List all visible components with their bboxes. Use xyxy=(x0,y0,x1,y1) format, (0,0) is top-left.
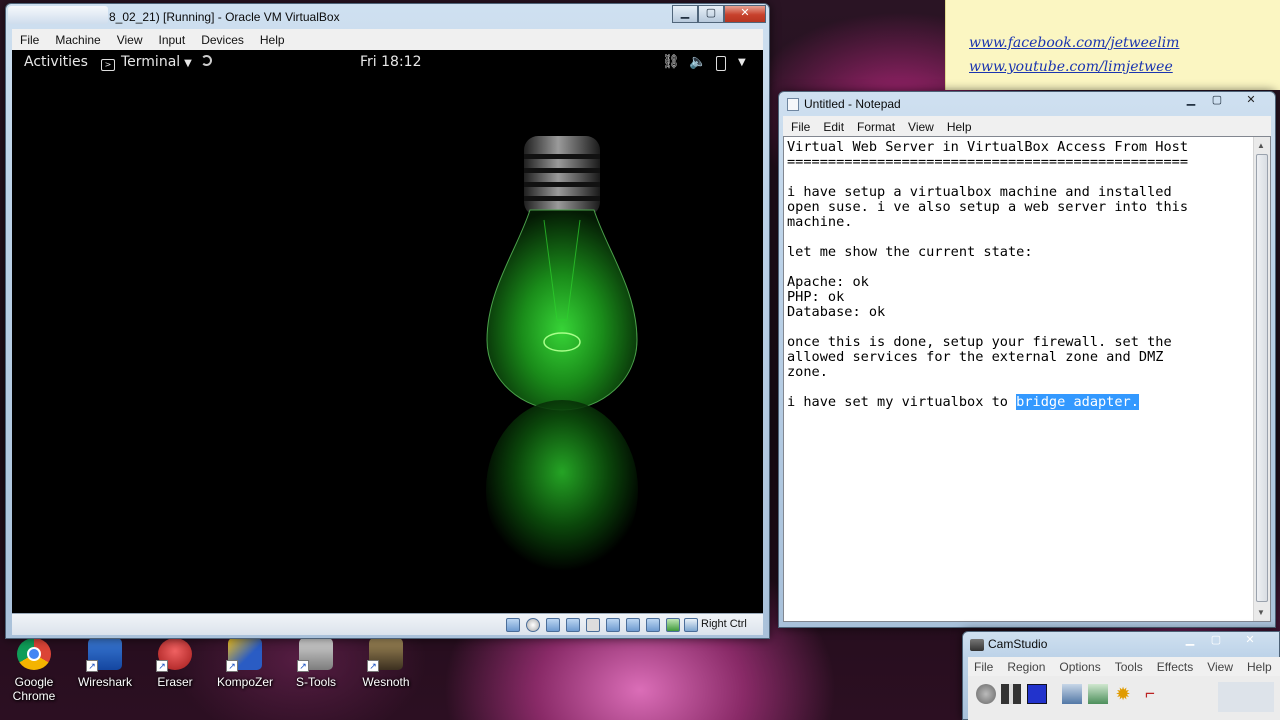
notepad-app-icon xyxy=(787,98,799,111)
hard-disk-icon[interactable] xyxy=(506,618,520,632)
youtube-link[interactable]: www.youtube.com/limjetwee xyxy=(969,59,1173,75)
virtualbox-title: 8_02_21) [Running] - Oracle VM VirtualBo… xyxy=(109,10,340,24)
minimize-button[interactable]: ▁ xyxy=(672,5,698,23)
scrollbar-thumb[interactable] xyxy=(1256,154,1268,602)
notepad-title: Untitled - Notepad xyxy=(804,97,901,111)
record-button[interactable] xyxy=(976,684,996,704)
options-button[interactable] xyxy=(1088,684,1108,704)
notepad-menu-view[interactable]: View xyxy=(908,120,934,134)
usb-icon[interactable] xyxy=(586,618,600,632)
bulb-base xyxy=(524,136,600,216)
maximize-button[interactable]: ▢ xyxy=(698,5,724,23)
shared-folders-icon[interactable] xyxy=(606,618,620,632)
notepad-window-controls: ▁ ▢ ✕ xyxy=(1178,92,1272,110)
bulb-glass xyxy=(486,209,638,411)
cam-menu-view[interactable]: View xyxy=(1207,660,1233,674)
notepad-content[interactable]: Virtual Web Server in VirtualBox Access … xyxy=(787,140,1253,618)
desktop-icon-wireshark[interactable]: ↗ Wireshark xyxy=(72,638,138,689)
region-button[interactable] xyxy=(1062,684,1082,704)
chrome-icon xyxy=(17,638,51,670)
desktop-icon-label: Eraser xyxy=(157,675,193,689)
video-capture-icon[interactable] xyxy=(646,618,660,632)
scroll-down-arrow-icon[interactable]: ▼ xyxy=(1257,608,1265,617)
autopan-icon[interactable]: ⌐ xyxy=(1140,684,1160,704)
notepad-text-area[interactable]: Virtual Web Server in VirtualBox Access … xyxy=(783,136,1271,622)
vbox-menu-devices[interactable]: Devices xyxy=(201,33,244,47)
eraser-icon: ↗ xyxy=(156,638,192,672)
audio-icon[interactable] xyxy=(546,618,560,632)
close-button[interactable]: ✕ xyxy=(724,5,766,23)
vbox-menu-input[interactable]: Input xyxy=(159,33,186,47)
maximize-button[interactable]: ▢ xyxy=(1203,632,1229,650)
notepad-menubar: File Edit Format View Help xyxy=(791,120,972,134)
bulb-reflection xyxy=(486,400,638,580)
desktop-icon-label: S-Tools xyxy=(295,675,336,689)
desktop-icon-label: Wireshark xyxy=(77,675,132,689)
vertical-scrollbar[interactable]: ▲ ▼ xyxy=(1253,137,1270,621)
vm-display[interactable]: Activities > Terminal ▼ Fri 18:12 ⛓ 🔈 ▼ xyxy=(12,50,763,613)
s-tools-icon: ↗ xyxy=(297,638,333,672)
vbox-menu-machine[interactable]: Machine xyxy=(55,33,100,47)
desktop-icon-label: Wesnoth xyxy=(362,675,410,689)
desktop-icon-label: KompoZer xyxy=(216,675,274,689)
host-key-label: Right Ctrl xyxy=(701,618,747,630)
maximize-button[interactable]: ▢ xyxy=(1204,92,1230,110)
wireshark-icon: ↗ xyxy=(86,638,122,672)
display-icon[interactable] xyxy=(626,618,640,632)
notepad-menu-help[interactable]: Help xyxy=(947,120,972,134)
vbox-menu-view[interactable]: View xyxy=(117,33,143,47)
camstudio-title: CamStudio xyxy=(988,637,1048,651)
guest-additions-icon[interactable] xyxy=(666,618,680,632)
scroll-up-arrow-icon[interactable]: ▲ xyxy=(1257,141,1265,150)
host-key-arrow-icon[interactable] xyxy=(684,618,698,632)
close-button[interactable]: ✕ xyxy=(1230,92,1272,110)
minimize-button[interactable]: ▁ xyxy=(1178,92,1204,110)
desktop-icon-label: Google Chrome xyxy=(12,675,56,703)
cam-menu-region[interactable]: Region xyxy=(1007,660,1045,674)
wesnoth-icon: ↗ xyxy=(367,638,403,672)
camstudio-window-controls: ▁ ▢ ✕ xyxy=(1177,632,1271,650)
stop-button[interactable] xyxy=(1027,684,1047,704)
virtualbox-menubar: File Machine View Input Devices Help xyxy=(20,33,285,47)
notepad-text: Virtual Web Server in VirtualBox Access … xyxy=(787,140,1189,410)
close-button[interactable]: ✕ xyxy=(1229,632,1271,650)
desktop-icon-kompozer[interactable]: ↗ KompoZer xyxy=(212,638,278,689)
desktop-icon-eraser[interactable]: ↗ Eraser xyxy=(142,638,208,689)
vm-statusbar: Right Ctrl xyxy=(12,613,763,635)
virtualbox-title-tab xyxy=(8,6,108,24)
desktop-icon-s-tools[interactable]: ↗ S-Tools xyxy=(283,638,349,689)
notepad-selection: bridge adapter. xyxy=(1016,394,1139,410)
facebook-link[interactable]: www.facebook.com/jetweelim xyxy=(969,35,1179,51)
notepad-menu-format[interactable]: Format xyxy=(857,120,895,134)
desktop-icon-wesnoth[interactable]: ↗ Wesnoth xyxy=(353,638,419,689)
sticky-note: www.facebook.com/jetweelim www.youtube.c… xyxy=(945,0,1280,90)
cam-menu-options[interactable]: Options xyxy=(1059,660,1100,674)
notepad-menu-edit[interactable]: Edit xyxy=(823,120,844,134)
optical-drive-icon[interactable] xyxy=(526,618,540,632)
camstudio-app-icon xyxy=(970,639,984,651)
network-adapter-icon[interactable] xyxy=(566,618,580,632)
notepad-menu-file[interactable]: File xyxy=(791,120,810,134)
bulb-wallpaper xyxy=(486,136,638,580)
cam-menu-effects[interactable]: Effects xyxy=(1157,660,1193,674)
vbox-menu-file[interactable]: File xyxy=(20,33,39,47)
settings-gear-icon[interactable]: ✹ xyxy=(1113,684,1133,704)
desktop-icon-google-chrome[interactable]: Google Chrome xyxy=(1,638,67,703)
virtualbox-window-controls: ▁ ▢ ✕ xyxy=(672,5,766,23)
cam-menu-tools[interactable]: Tools xyxy=(1115,660,1143,674)
camstudio-menubar: File Region Options Tools Effects View H… xyxy=(974,660,1272,674)
pause-button[interactable] xyxy=(1001,684,1021,704)
camstudio-toolbar-spacer xyxy=(1218,682,1274,712)
vbox-menu-help[interactable]: Help xyxy=(260,33,285,47)
cam-menu-file[interactable]: File xyxy=(974,660,993,674)
kompozer-icon: ↗ xyxy=(226,638,262,672)
cam-menu-help[interactable]: Help xyxy=(1247,660,1272,674)
minimize-button[interactable]: ▁ xyxy=(1177,632,1203,650)
